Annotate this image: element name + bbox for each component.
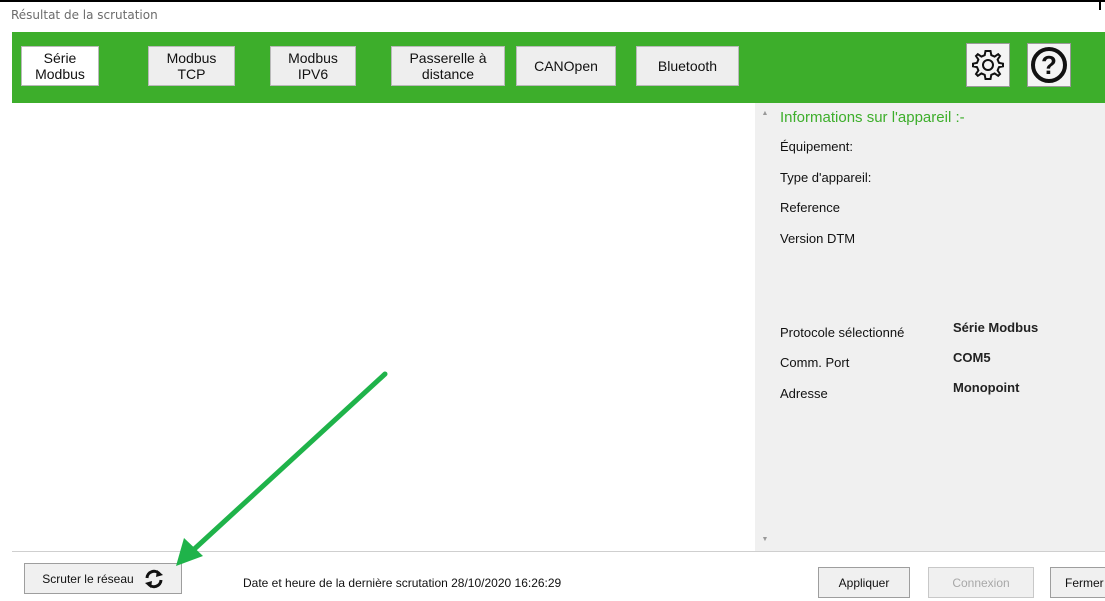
- equipment-label: Équipement:: [780, 139, 853, 154]
- device-type-label: Type d'appareil:: [780, 170, 872, 185]
- last-scan-timestamp: Date et heure de la dernière scrutation …: [243, 576, 562, 590]
- tab-modbus-tcp[interactable]: Modbus TCP: [148, 46, 235, 86]
- info-title: Informations sur l'appareil :-: [780, 109, 965, 126]
- scan-network-label: Scruter le réseau: [42, 571, 134, 586]
- tab-serie-modbus[interactable]: Série Modbus: [21, 46, 99, 86]
- window-title: Résultat de la scrutation: [11, 8, 158, 22]
- help-icon: ?: [1031, 47, 1067, 83]
- tab-passerelle-distance[interactable]: Passerelle à distance: [391, 46, 505, 86]
- tab-bluetooth[interactable]: Bluetooth: [636, 46, 739, 86]
- help-button[interactable]: ?: [1027, 43, 1071, 87]
- scroll-up-arrow[interactable]: ▲: [755, 107, 775, 121]
- settings-button[interactable]: [966, 43, 1010, 87]
- reference-label: Reference: [780, 200, 840, 215]
- address-label: Adresse: [780, 386, 828, 401]
- device-list-pane[interactable]: [12, 103, 755, 551]
- apply-button[interactable]: Appliquer: [818, 567, 910, 598]
- protocol-label: Protocole sélectionné: [780, 325, 905, 340]
- connect-button[interactable]: Connexion: [928, 567, 1034, 598]
- protocol-value: Série Modbus: [953, 320, 1039, 335]
- scroll-down-arrow[interactable]: ▼: [755, 533, 775, 547]
- info-scrollbar[interactable]: ▲ ▼: [755, 103, 775, 551]
- tab-canopen[interactable]: CANOpen: [516, 46, 616, 86]
- top-border-corner: [1085, 0, 1101, 10]
- comm-port-label: Comm. Port: [780, 355, 850, 370]
- device-info-panel: Informations sur l'appareil :- Équipemen…: [775, 103, 1105, 551]
- dtm-version-label: Version DTM: [780, 231, 856, 246]
- address-value: Monopoint: [953, 380, 1020, 395]
- tab-modbus-ipv6[interactable]: Modbus IPV6: [270, 46, 356, 86]
- close-button[interactable]: Fermer: [1050, 567, 1105, 598]
- refresh-icon: [144, 569, 163, 588]
- protocol-toolbar: Série Modbus Modbus TCP Modbus IPV6 Pass…: [12, 32, 1105, 103]
- comm-port-value: COM5: [953, 350, 991, 365]
- footer-divider: [12, 551, 1105, 552]
- gear-icon: [972, 50, 1004, 80]
- top-border: [0, 0, 1105, 3]
- scan-network-button[interactable]: Scruter le réseau: [24, 563, 182, 594]
